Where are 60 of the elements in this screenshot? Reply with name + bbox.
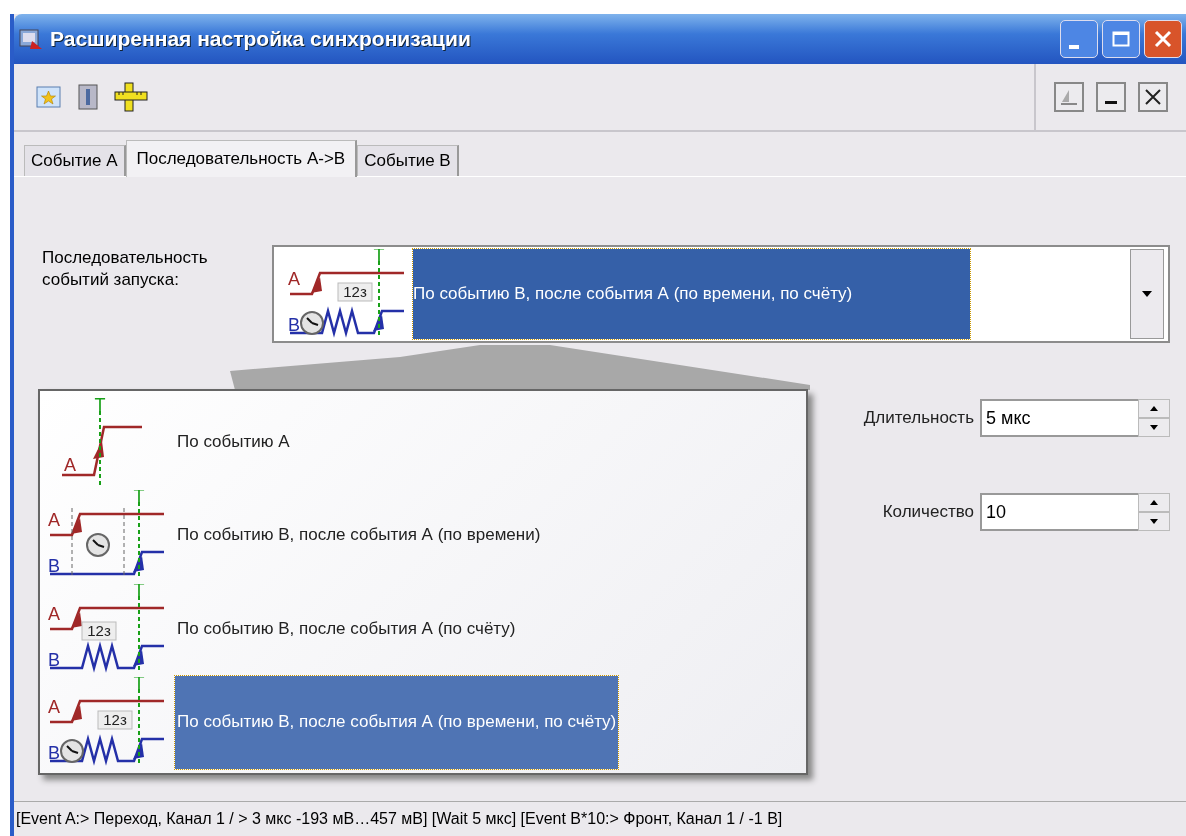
tab[interactable]: Последовательность А->В — [125, 140, 358, 177]
signal-label: A — [48, 697, 60, 718]
signal-label: B — [48, 649, 60, 670]
spin-up-button[interactable] — [1138, 399, 1170, 418]
dropdown-option[interactable]: По событию В, после события А (по времени) — [175, 488, 543, 582]
signal-label: A — [48, 603, 60, 624]
caret-icon — [1141, 290, 1153, 298]
signal-label: A — [48, 510, 60, 531]
signal-label: B — [48, 743, 60, 764]
close-icon — [1154, 30, 1172, 48]
up-arrow-icon — [1150, 406, 1158, 411]
field-label: Количество — [882, 502, 974, 522]
signal-label: B — [48, 556, 60, 577]
spin-field[interactable]: 10 — [980, 493, 1138, 531]
ruler-tool-button[interactable] — [114, 82, 148, 112]
window-title: Расширенная настройка синхронизации — [50, 27, 472, 51]
dropdown-value: По событию В, после события А (по времени, по счёту) — [413, 249, 970, 339]
counter-badge: 12з — [97, 710, 133, 730]
dropdown-option[interactable]: По событию В, после события А (по счёту) — [175, 582, 518, 676]
spin-up-button[interactable] — [1138, 493, 1170, 512]
sequence-label: Последовательность событий запуска: — [42, 247, 209, 291]
signal-label: A — [64, 454, 76, 475]
minimize-panel-button[interactable] — [1096, 82, 1126, 112]
tab[interactable]: Событие В — [357, 145, 459, 176]
trigger-label: T — [133, 583, 145, 600]
trigger-label: T — [373, 249, 385, 265]
counter-badge: 12з — [337, 282, 373, 302]
app-icon — [18, 27, 44, 51]
field-label: Длительность — [863, 408, 974, 428]
signal-label: B — [288, 315, 300, 335]
minimize-icon — [1105, 100, 1117, 104]
dropdown-option[interactable]: По событию В, после события А (по времени, по счёту) — [175, 675, 619, 769]
clock-icon — [86, 533, 110, 558]
counter-badge: 12з — [81, 621, 117, 641]
minimize-icon — [1069, 45, 1079, 49]
trigger-label: T — [94, 396, 106, 415]
spin-field[interactable]: 5 мкс — [980, 399, 1138, 437]
dropdown-option[interactable]: По событию А — [175, 395, 292, 489]
spin-down-button[interactable] — [1138, 418, 1170, 437]
down-arrow-icon — [1150, 425, 1158, 430]
up-arrow-icon — [1150, 500, 1158, 505]
close-button[interactable] — [1144, 20, 1182, 58]
document-icon — [76, 83, 100, 111]
down-arrow-icon — [1150, 519, 1158, 524]
tab[interactable]: Событие А — [24, 145, 126, 176]
trigger-label: T — [133, 677, 145, 694]
clock-icon — [60, 739, 84, 764]
maximize-icon — [1112, 31, 1130, 47]
trigger-label: T — [133, 490, 145, 507]
ruler-icon — [114, 82, 148, 112]
maximize-button[interactable] — [1102, 20, 1140, 58]
dock-button[interactable] — [1054, 82, 1084, 112]
close-panel-button[interactable] — [1138, 82, 1168, 112]
status-bar: [Event A:> Переход, Канал 1 / > 3 мкс -193 мВ…457 мВ] [Wait 5 мкс] [Event B*10:> Фронт, Канал 1 / -1 В] — [14, 801, 1186, 836]
sequence-dropdown[interactable]: A B T 12з По событию В, после события А (по времени, по счёту) — [272, 245, 1170, 343]
info-tool-button[interactable] — [76, 83, 100, 111]
minimize-button[interactable] — [1060, 20, 1098, 58]
signal-label: A — [288, 269, 300, 289]
clock-icon — [300, 311, 324, 335]
spin-down-button[interactable] — [1138, 512, 1170, 531]
